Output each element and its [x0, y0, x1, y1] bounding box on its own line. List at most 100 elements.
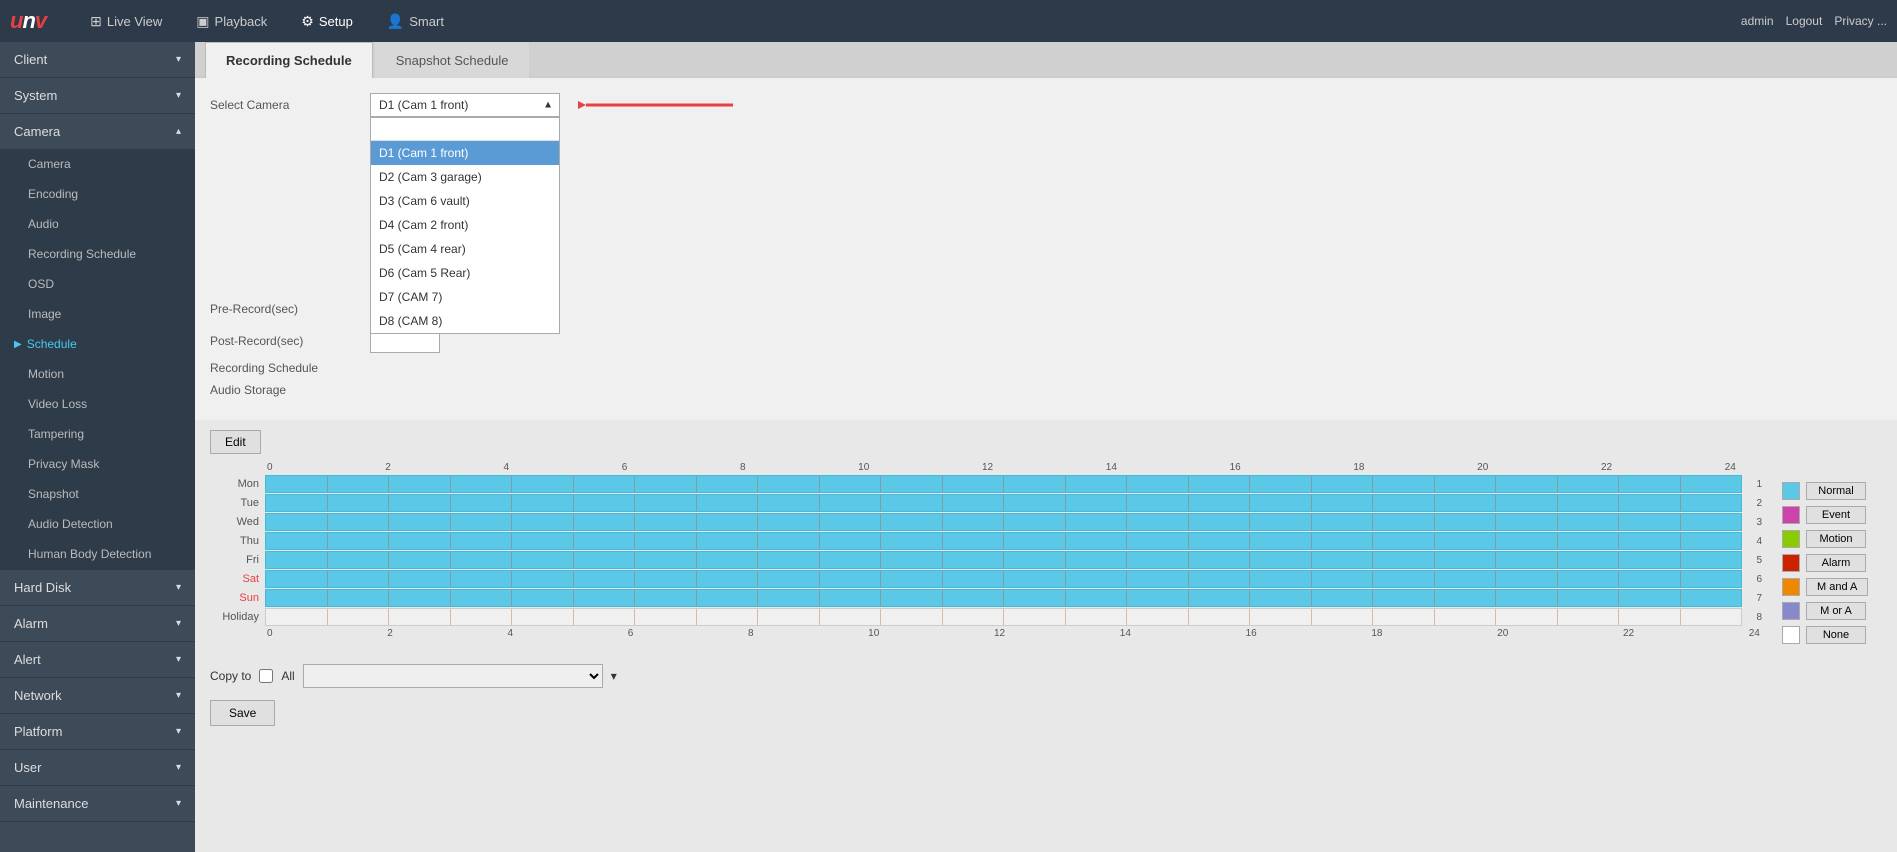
sidebar-group-client-label: Client — [14, 52, 47, 67]
sidebar-group-client-header[interactable]: Client ▾ — [0, 42, 195, 77]
copy-to-all-label: All — [281, 669, 294, 683]
sidebar-group-hard-disk-header[interactable]: Hard Disk ▾ — [0, 570, 195, 605]
legend-btn-event[interactable]: Event — [1806, 506, 1866, 524]
chevron-down-icon: ▾ — [176, 762, 181, 773]
legend-btn-m-or-a[interactable]: M or A — [1806, 602, 1866, 620]
sidebar-group-camera: Camera ▴ Camera Encoding Audio Recording… — [0, 114, 195, 570]
grid-bar-lines-mon — [266, 476, 1741, 492]
chevron-down-icon: ▾ — [176, 798, 181, 809]
sidebar-group-alarm: Alarm ▾ — [0, 606, 195, 642]
sidebar-group-maintenance-header[interactable]: Maintenance ▾ — [0, 786, 195, 821]
top-nav: unv ⊞ Live View ▣ Playback ⚙ Setup 👤 Sma… — [0, 0, 1897, 42]
grid-bar-wed[interactable] — [265, 513, 1742, 531]
nav-setup[interactable]: ⚙ Setup — [287, 7, 367, 36]
legend-btn-alarm[interactable]: Alarm — [1806, 554, 1866, 572]
arrow-right-icon: ▶ — [14, 339, 22, 350]
sidebar-group-alarm-header[interactable]: Alarm ▾ — [0, 606, 195, 641]
privacy-link[interactable]: Privacy ... — [1834, 14, 1887, 28]
sidebar-item-osd[interactable]: OSD — [0, 269, 195, 299]
legend-color-event — [1782, 506, 1800, 524]
sidebar-item-snapshot[interactable]: Snapshot — [0, 479, 195, 509]
nav-setup-label: Setup — [319, 14, 353, 29]
bottom-area: Copy to All ▾ Save — [195, 654, 1897, 736]
camera-select-button[interactable]: D1 (Cam 1 front) ▲ — [370, 93, 560, 117]
sidebar-item-human-body-detection[interactable]: Human Body Detection — [0, 539, 195, 569]
sidebar-item-camera[interactable]: Camera — [0, 149, 195, 179]
camera-option-d8[interactable]: D8 (CAM 8) — [371, 309, 559, 333]
copy-to-row: Copy to All ▾ — [210, 664, 1882, 688]
edit-button[interactable]: Edit — [210, 430, 261, 454]
grid-row-num-fri: 5 — [1742, 555, 1762, 566]
sidebar-group-platform: Platform ▾ — [0, 714, 195, 750]
monitor-icon: ⊞ — [90, 13, 102, 30]
nav-live-view[interactable]: ⊞ Live View — [76, 7, 176, 36]
chevron-up-icon: ▴ — [176, 126, 181, 137]
audio-storage-row: Audio Storage — [210, 383, 1882, 397]
nav-playback-label: Playback — [215, 14, 268, 29]
grid-row-num-tue: 2 — [1742, 498, 1762, 509]
grid-bar-sat[interactable] — [265, 570, 1742, 588]
copy-to-select[interactable] — [303, 664, 603, 688]
grid-bar-sun[interactable] — [265, 589, 1742, 607]
tab-recording-schedule[interactable]: Recording Schedule — [205, 42, 373, 78]
grid-row-tue: Tue 2 — [210, 494, 1762, 512]
grid-bar-holiday[interactable] — [265, 608, 1742, 626]
save-button[interactable]: Save — [210, 700, 275, 726]
grid-row-wed: Wed 3 — [210, 513, 1762, 531]
sidebar-item-video-loss[interactable]: Video Loss — [0, 389, 195, 419]
camera-option-d7[interactable]: D7 (CAM 7) — [371, 285, 559, 309]
sidebar-item-image[interactable]: Image — [0, 299, 195, 329]
legend-m-or-a: M or A — [1782, 602, 1882, 620]
camera-option-d5[interactable]: D5 (Cam 4 rear) — [371, 237, 559, 261]
grid-bar-tue[interactable] — [265, 494, 1742, 512]
red-arrow-indicator — [578, 93, 738, 117]
logout-link[interactable]: Logout — [1786, 14, 1823, 28]
sidebar-group-network-header[interactable]: Network ▾ — [0, 678, 195, 713]
sidebar-group-user-header[interactable]: User ▾ — [0, 750, 195, 785]
legend-btn-normal[interactable]: Normal — [1806, 482, 1866, 500]
camera-option-d4[interactable]: D4 (Cam 2 front) — [371, 213, 559, 237]
grid-bar-mon[interactable] — [265, 475, 1742, 493]
sidebar-group-alert: Alert ▾ — [0, 642, 195, 678]
legend-color-motion — [1782, 530, 1800, 548]
legend-btn-m-and-a[interactable]: M and A — [1806, 578, 1868, 596]
sidebar-group-alert-header[interactable]: Alert ▾ — [0, 642, 195, 677]
nav-smart[interactable]: 👤 Smart — [373, 7, 458, 36]
chevron-down-icon: ▾ — [176, 90, 181, 101]
grid-day-thu: Thu — [210, 535, 265, 547]
sidebar-group-platform-header[interactable]: Platform ▾ — [0, 714, 195, 749]
sidebar-group-hard-disk: Hard Disk ▾ — [0, 570, 195, 606]
legend-color-none — [1782, 626, 1800, 644]
camera-option-d2[interactable]: D2 (Cam 3 garage) — [371, 165, 559, 189]
recording-schedule-row: Recording Schedule — [210, 361, 1882, 375]
grid-bar-fri[interactable] — [265, 551, 1742, 569]
top-right: admin Logout Privacy ... — [1741, 14, 1887, 28]
camera-option-d1[interactable]: D1 (Cam 1 front) — [371, 141, 559, 165]
nav-playback[interactable]: ▣ Playback — [182, 7, 281, 36]
sidebar-group-system-header[interactable]: System ▾ — [0, 78, 195, 113]
schedule-grid-container: 0 2 4 6 8 10 12 14 16 18 20 22 2 — [210, 462, 1882, 644]
camera-search-input[interactable] — [371, 118, 559, 141]
camera-option-d3[interactable]: D3 (Cam 6 vault) — [371, 189, 559, 213]
sidebar-item-audio[interactable]: Audio — [0, 209, 195, 239]
sidebar-item-schedule[interactable]: ▶ Schedule — [0, 329, 195, 359]
sidebar-item-motion[interactable]: Motion — [0, 359, 195, 389]
camera-dropdown-list: D1 (Cam 1 front) D2 (Cam 3 garage) D3 (C… — [370, 117, 560, 334]
grid-row-num-sun: 7 — [1742, 593, 1762, 604]
sidebar-item-tampering[interactable]: Tampering — [0, 419, 195, 449]
chevron-down-icon: ▾ — [176, 654, 181, 665]
sidebar-item-audio-detection[interactable]: Audio Detection — [0, 509, 195, 539]
sidebar-item-recording-schedule[interactable]: Recording Schedule — [0, 239, 195, 269]
sidebar-group-system-label: System — [14, 88, 57, 103]
copy-to-all-checkbox[interactable] — [259, 669, 273, 683]
chevron-down-icon: ▾ — [176, 582, 181, 593]
tab-snapshot-schedule[interactable]: Snapshot Schedule — [375, 42, 530, 78]
sidebar-item-privacy-mask[interactable]: Privacy Mask — [0, 449, 195, 479]
legend-btn-motion[interactable]: Motion — [1806, 530, 1866, 548]
legend-color-normal — [1782, 482, 1800, 500]
legend-btn-none[interactable]: None — [1806, 626, 1866, 644]
grid-bar-thu[interactable] — [265, 532, 1742, 550]
sidebar-group-camera-header[interactable]: Camera ▴ — [0, 114, 195, 149]
camera-option-d6[interactable]: D6 (Cam 5 Rear) — [371, 261, 559, 285]
sidebar-item-encoding[interactable]: Encoding — [0, 179, 195, 209]
